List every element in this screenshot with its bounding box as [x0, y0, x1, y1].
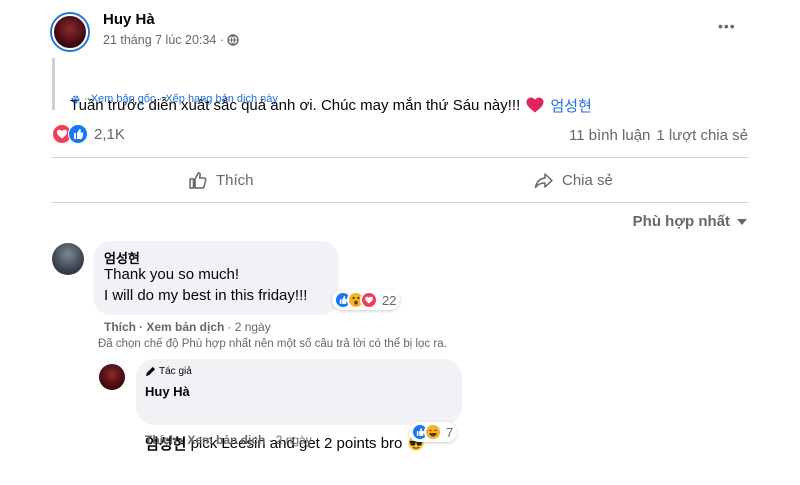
author-badge: Tác giả [145, 366, 192, 377]
post-author-avatar[interactable] [52, 14, 88, 50]
comment-author[interactable]: 엄성현 [104, 248, 140, 267]
love-reaction-icon [360, 291, 378, 309]
comment-translate-link[interactable]: · Xem bản dịch [139, 320, 224, 334]
haha-reaction-icon [424, 423, 442, 441]
share-button[interactable]: Chia sẻ [534, 170, 613, 190]
caret-down-icon [736, 218, 748, 226]
filter-note: Đã chọn chế độ Phù hợp nhất nên một số c… [98, 338, 447, 350]
comment-line-1: Thank you so much! [104, 266, 240, 283]
reply-like-link[interactable]: Thích [145, 433, 177, 447]
author-badge-label: Tác giả [159, 366, 192, 377]
thumbs-up-icon [188, 170, 208, 190]
comment-count[interactable]: 11 bình luận [569, 127, 650, 144]
share-button-label[interactable]: Chia sẻ [562, 172, 613, 189]
comment-sort-label[interactable]: Phù hợp nhất [633, 213, 730, 230]
post-engagement-counts: 11 bình luận 1 lượt chia sẻ [569, 127, 748, 144]
post-reaction-count[interactable]: 2,1K [94, 126, 125, 143]
reply-reactions[interactable]: 7 [409, 422, 458, 442]
share-count[interactable]: 1 lượt chia sẻ [656, 127, 748, 144]
divider [52, 157, 748, 158]
pencil-icon [145, 366, 156, 377]
comment-reactions[interactable]: 22 [332, 290, 401, 310]
divider [52, 202, 748, 203]
comment-actions: Thích · Xem bản dịch · 2 ngày [104, 320, 271, 334]
globe-icon [227, 34, 239, 46]
reply-time[interactable]: · 2 ngày [268, 433, 311, 447]
comment-time[interactable]: · 2 ngày [227, 320, 270, 334]
like-button[interactable]: Thích [188, 170, 254, 190]
more-options-icon[interactable]: ••• [718, 18, 736, 34]
comment-sort-dropdown[interactable]: Phù hợp nhất [633, 213, 748, 230]
comment-like-link[interactable]: Thích [104, 320, 136, 334]
sunglasses-emoji-icon [408, 401, 425, 485]
reply-translate-link[interactable]: · Xem bản dịch [180, 433, 265, 447]
commenter-avatar[interactable] [52, 243, 84, 275]
reply-actions: Thích · Xem bản dịch · 2 ngày [145, 433, 312, 447]
post-reactions-summary[interactable]: 2,1K [52, 124, 125, 144]
translation-links[interactable]: · Xem bản gốc · Xếp hạng bản dịch này [84, 93, 278, 105]
like-button-label[interactable]: Thích [216, 172, 254, 189]
post-author-name[interactable]: Huy Hà [103, 11, 155, 28]
share-arrow-icon [534, 170, 554, 190]
post-mention-link[interactable]: 엄성현 [550, 95, 591, 116]
translation-info: · Xem bản gốc · Xếp hạng bản dịch này [70, 93, 278, 105]
heart-emoji-icon [526, 63, 544, 147]
post-timestamp-text[interactable]: 21 tháng 7 lúc 20:34 · [103, 33, 224, 47]
gear-icon [70, 94, 81, 105]
post-timestamp[interactable]: 21 tháng 7 lúc 20:34 · [103, 33, 239, 47]
reply-author-avatar[interactable] [99, 364, 125, 390]
comment-line-2: I will do my best in this friday!!! [104, 287, 308, 304]
reply-reaction-count: 7 [446, 424, 454, 440]
translation-quote-bar [52, 58, 55, 110]
like-reaction-icon [68, 124, 88, 144]
reply-author[interactable]: Huy Hà [145, 384, 190, 399]
post-text: Tuần trước diễn xuất sắc quá anh ơi. Chú… [70, 63, 592, 147]
comment-reaction-count: 22 [382, 292, 397, 308]
